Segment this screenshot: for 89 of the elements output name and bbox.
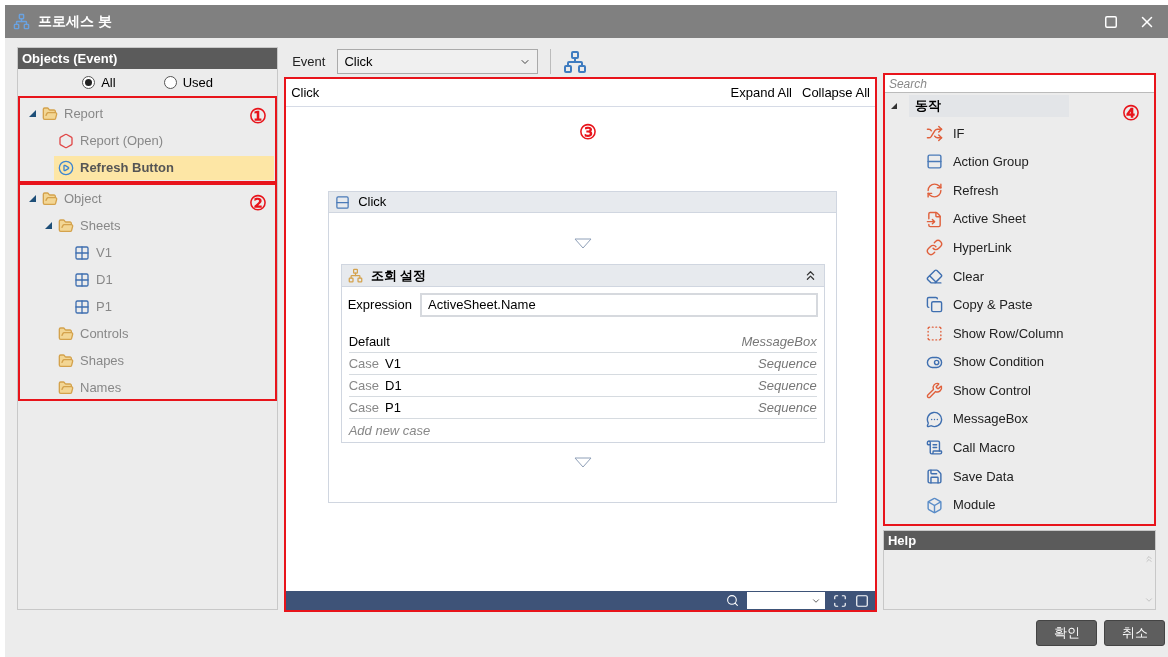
folder-icon: [58, 217, 74, 234]
rows-icon: [925, 153, 943, 171]
grid-icon: [74, 271, 90, 288]
toolbox-item[interactable]: Show Control: [925, 376, 1039, 405]
window-title: 프로세스 봇: [38, 12, 112, 31]
radio-option[interactable]: Used: [163, 72, 213, 93]
expression-label: Expression: [347, 296, 412, 315]
category-label: 동작: [908, 95, 1069, 117]
toolbox-item[interactable]: Refresh: [925, 176, 1007, 205]
drop-arrow-icon: [573, 238, 592, 249]
toolbox-item[interactable]: HyperLink: [925, 233, 1020, 262]
case-action: MessageBox: [741, 332, 817, 351]
folder-icon: [42, 105, 58, 122]
panel-header: Objects (Event): [18, 48, 278, 69]
canvas-link[interactable]: Expand All: [730, 82, 792, 103]
maximize-icon[interactable]: [1104, 14, 1118, 29]
toolbox-item[interactable]: Active Sheet: [925, 204, 1034, 234]
cube-icon: [925, 496, 943, 514]
folder-icon: [42, 190, 58, 207]
file-arrow-icon: [925, 210, 943, 228]
grid-icon: [74, 244, 90, 261]
tree-structure-icon: [347, 268, 363, 283]
toolbox-item[interactable]: Action Group: [925, 147, 1037, 177]
annotation-number: ④: [1122, 103, 1140, 123]
expression-field[interactable]: ActiveSheet.Name: [419, 293, 818, 317]
case-action: Sequence: [758, 376, 817, 395]
case-value: V1: [385, 354, 402, 373]
refresh-icon: [925, 182, 943, 199]
annotation-number: ③: [579, 122, 598, 142]
event-dropdown[interactable]: Click: [337, 49, 539, 74]
case-prefix: Case: [348, 354, 379, 373]
rows-icon: [335, 194, 351, 210]
link-icon: [925, 239, 943, 257]
dialog-button[interactable]: 확인: [1036, 619, 1097, 646]
scroll-icon: [925, 439, 943, 457]
expanded-triangle-icon[interactable]: [890, 103, 897, 109]
expanded-triangle-icon[interactable]: [28, 195, 36, 202]
event-label: Event: [292, 52, 326, 71]
case-value: D1: [385, 376, 403, 395]
folder-icon: [58, 352, 74, 369]
folder-icon: [58, 379, 74, 396]
case-action: Sequence: [758, 354, 817, 373]
canvas-link[interactable]: Collapse All: [802, 82, 870, 103]
search-icon: [725, 594, 739, 607]
annotation-number: ②: [249, 193, 268, 213]
sequence-title: Click: [358, 193, 387, 212]
tree-item[interactable]: Refresh Button: [54, 155, 274, 180]
flowchart-icon: [13, 13, 30, 30]
search-field[interactable]: Search: [884, 75, 1154, 93]
radio-button[interactable]: [163, 76, 177, 89]
shuffle-icon: [925, 124, 943, 142]
expanded-triangle-icon[interactable]: [28, 110, 36, 117]
annotation-number: ①: [249, 106, 268, 126]
toolbox-item[interactable]: Clear: [925, 261, 992, 291]
folder-icon: [58, 325, 74, 342]
drop-arrow-icon: [573, 457, 592, 468]
radio-option[interactable]: All: [82, 72, 116, 93]
case-prefix: Case: [348, 398, 379, 417]
dashed-square-icon: [925, 324, 943, 342]
case-prefix: Case: [348, 376, 379, 395]
square-icon[interactable]: [854, 593, 869, 608]
add-case-link[interactable]: Add new case: [348, 420, 431, 441]
toolbox-item[interactable]: Copy & Paste: [925, 290, 1041, 320]
eraser-icon: [925, 267, 943, 285]
grid-icon: [74, 298, 90, 315]
toolbox-item[interactable]: Show Condition: [925, 347, 1052, 377]
wrench-icon: [925, 382, 943, 400]
play-icon: [58, 159, 74, 176]
toolbox-item[interactable]: MessageBox: [925, 404, 1037, 434]
case-value: P1: [385, 398, 402, 417]
toolbox-item[interactable]: Module: [925, 490, 1004, 520]
panel-header: Help: [883, 531, 1155, 550]
toolbox-item[interactable]: Show Row/Column: [925, 319, 1072, 348]
chat-bubble-icon: [925, 410, 943, 428]
save-icon: [925, 467, 943, 485]
switch-title: 조회 설정: [370, 266, 428, 285]
toolbox-item[interactable]: Call Macro: [925, 433, 1024, 463]
fit-icon[interactable]: [832, 593, 847, 608]
dialog-button[interactable]: 취소: [1104, 619, 1165, 646]
hexagon-icon: [58, 132, 74, 149]
radio-button[interactable]: [82, 76, 96, 89]
toolbox-item[interactable]: Save Data: [925, 462, 1022, 491]
expanded-triangle-icon[interactable]: [44, 222, 52, 229]
flowchart-icon[interactable]: [563, 49, 588, 74]
toolbox-item[interactable]: IF: [925, 119, 973, 148]
default-label: Default: [348, 332, 391, 351]
copy-icon: [925, 296, 943, 314]
canvas-title: Click: [291, 83, 321, 102]
case-action: Sequence: [758, 398, 817, 417]
